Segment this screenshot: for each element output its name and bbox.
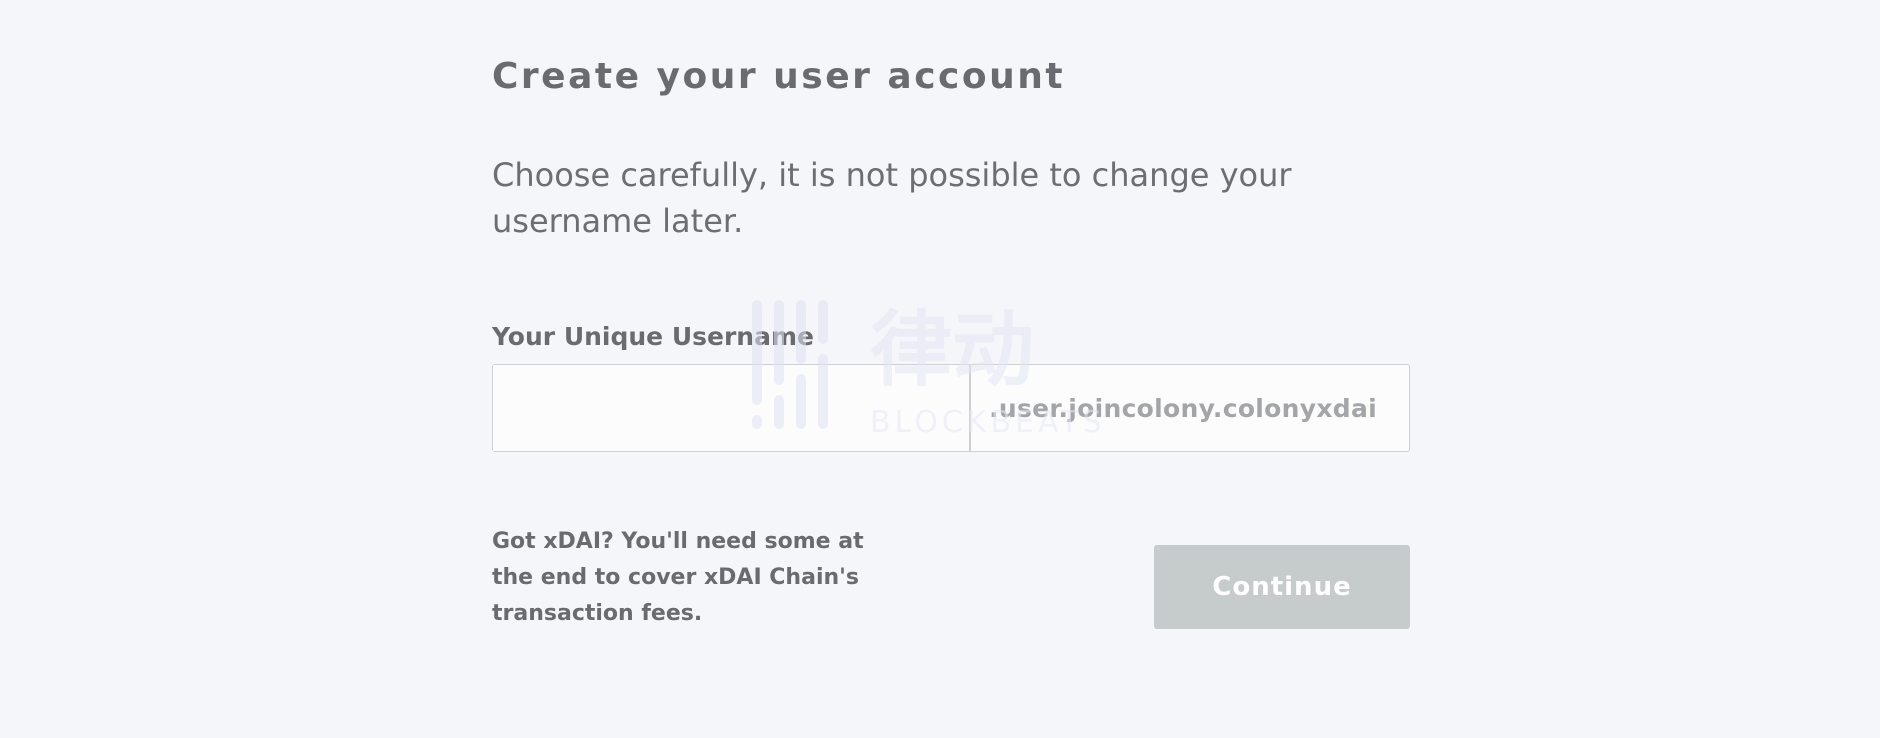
xdai-fee-note: Got xDAI? You'll need some at the end to…	[492, 529, 864, 626]
username-input[interactable]	[493, 365, 969, 451]
username-label: Your Unique Username	[492, 322, 814, 351]
suffix-divider	[969, 365, 971, 451]
page-title: Create your user account	[492, 56, 1066, 97]
continue-button[interactable]: Continue	[1154, 545, 1410, 629]
username-field: .user.joincolony.colonyxdai	[492, 364, 1410, 452]
username-suffix: .user.joincolony.colonyxdai	[989, 393, 1377, 423]
intro-text: Choose carefully, it is not possible to …	[492, 156, 1292, 240]
